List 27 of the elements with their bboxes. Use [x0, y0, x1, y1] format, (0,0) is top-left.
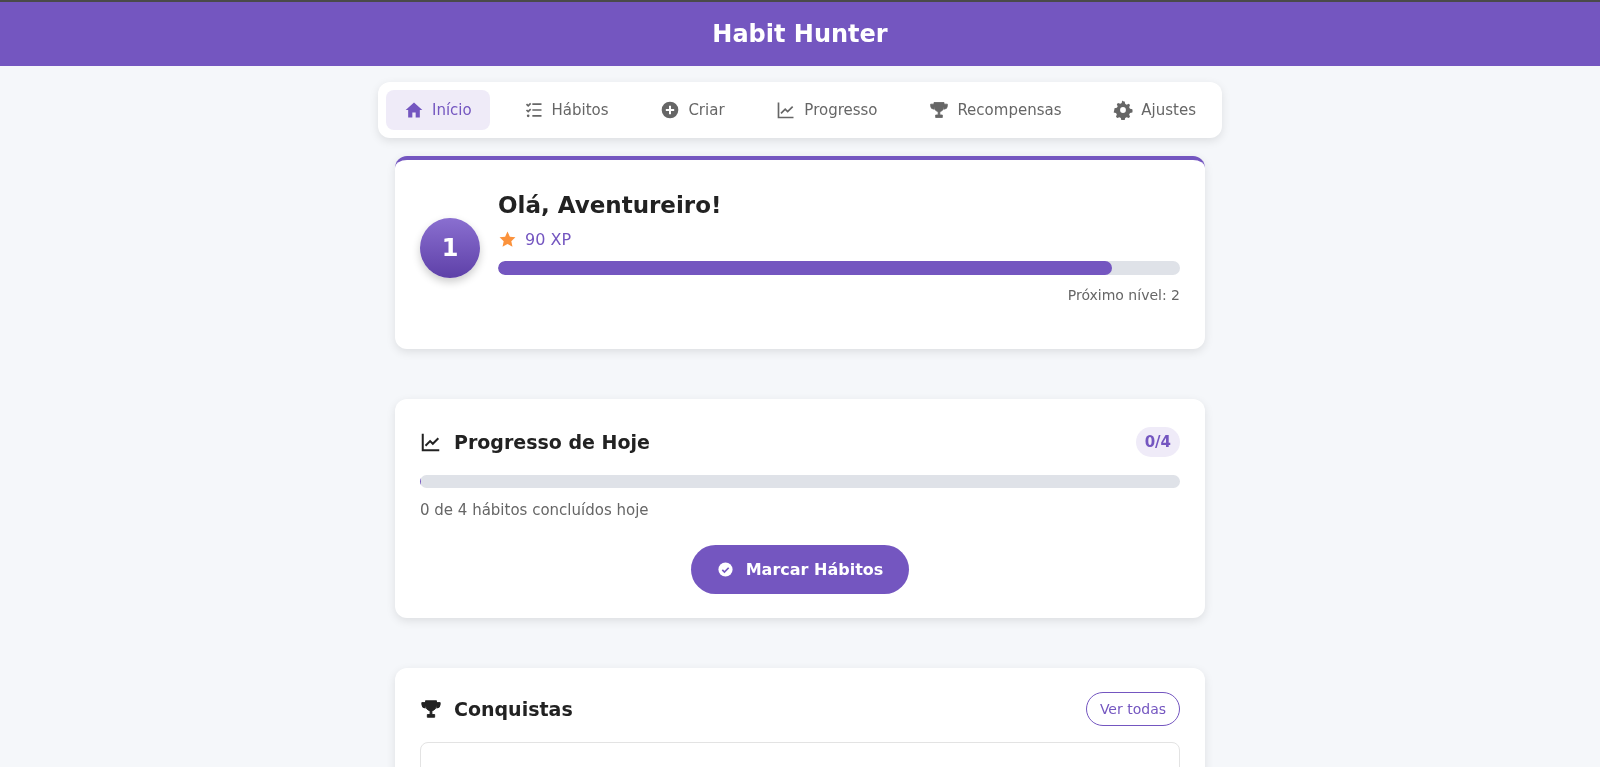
nav-tab[interactable]: Ajustes [1095, 90, 1214, 130]
line-chart-icon [420, 431, 442, 453]
nav-tab[interactable]: Recompensas [911, 90, 1080, 130]
greeting-heading: Olá, Aventureiro! [498, 192, 723, 218]
section-title: Conquistas [454, 698, 574, 720]
xp-value: 90 XP [525, 230, 572, 249]
trophy-icon [929, 100, 950, 120]
plus-circle-icon [660, 100, 681, 120]
progress-count: 0/4 [1135, 427, 1180, 457]
view-all-button[interactable]: Ver todas [1085, 692, 1180, 726]
next-level-text: Próximo nível: 2 [1066, 287, 1180, 303]
nav-tab[interactable]: Criar [642, 90, 743, 130]
checklist-icon [523, 100, 544, 120]
section-title: Progresso de Hoje [454, 431, 651, 453]
nav-tab[interactable]: Início [386, 90, 490, 130]
nav-tab[interactable]: Hábitos [505, 90, 627, 130]
nav-tab[interactable]: Progresso [758, 90, 896, 130]
mark-habits-button[interactable]: Marcar Hábitos [690, 545, 910, 594]
progress-summary: 0 de 4 hábitos concluídos hoje [420, 501, 650, 519]
trophy-icon [420, 698, 442, 720]
settings-icon [1113, 100, 1134, 120]
line-chart-icon [776, 100, 797, 120]
app-title: Habit Hunter [712, 20, 888, 48]
star-icon [498, 230, 517, 249]
check-circle-icon [716, 561, 734, 578]
home-icon [404, 100, 424, 120]
level-badge: 1 [420, 217, 480, 278]
